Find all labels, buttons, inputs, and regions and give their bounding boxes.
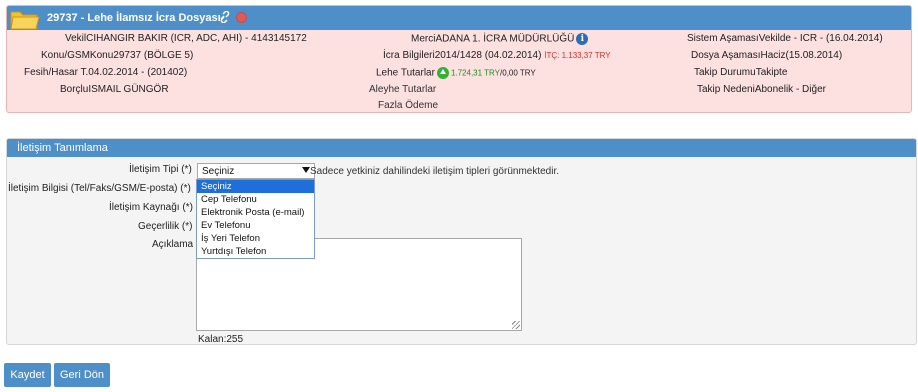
dosya-row: Dosya AşamasıHaciz(15.08.2014) [691,50,842,61]
takip-row: Takip DurumuTakipte [694,67,787,78]
contact-type-dropdown[interactable]: Seçiniz Cep Telefonu Elektronik Posta (e… [196,179,315,259]
takip-label: Takip Durumu [694,67,756,78]
fesih-value: 04.02.2014 - (201402) [88,67,188,78]
borclu-value: ISMAIL GÜNGÖR [88,84,169,95]
tip-label: İletişim Tipi (*) [129,164,192,175]
dropdown-option[interactable]: Yurtdışı Telefon [197,245,314,258]
case-titlebar: 29737 - Lehe İlamsız İcra Dosyası [7,6,911,30]
form-titlebar: İletişim Tanımlama [7,139,916,157]
lehe-extra: /0,00 TRY [500,68,536,78]
arrow-up-icon [436,67,449,79]
merci-label: Merci [411,33,436,45]
sistem-value: Vekilde - ICR - (16.04.2014) [758,33,883,44]
info-icon[interactable]: i [576,33,589,45]
lehe-row: Lehe Tutarlar 1.724,31 TRY/0,00 TRY [376,67,536,79]
dropdown-option[interactable]: Cep Telefonu [197,193,314,206]
lehe-value: 1.724,31 TRY [450,68,501,78]
itc-value: İTÇ: 1.133,37 TRY [544,51,611,60]
link-icon[interactable] [219,11,231,23]
borclu-row: BorçluISMAIL GÜNGÖR [60,84,169,95]
sistem-row: Sistem AşamasıVekilde - ICR - (16.04.201… [687,33,883,44]
dropdown-option[interactable]: Ev Telefonu [197,219,314,232]
bilgi-label: İletişim Bilgisi (Tel/Faks/GSM/E-posta) … [8,183,191,194]
folder-icon [10,11,40,30]
stop-icon[interactable] [236,12,247,23]
neden-label: Takip Nedeni [697,84,755,95]
merci-value: ADANA 1. İCRA MÜDÜRLÜĞÜ [435,33,575,45]
icra-label: İcra Bilgileri [383,50,435,61]
konu-label: Konu/GSM [41,50,90,61]
aciklama-label: Açıklama [152,239,194,250]
neden-value: Abonelik - Diğer [754,84,826,95]
takip-value: Takipte [755,67,788,78]
lehe-label: Lehe Tutarlar [376,67,435,79]
fazla-label: Fazla Ödeme [378,100,439,111]
konu-value: Konu29737 (BÖLGE 5) [89,50,194,61]
vekil-row: VekilCIHANGIR BAKIR (ICR, ADC, AHI) - 41… [65,33,307,44]
sistem-label: Sistem Aşaması [687,33,759,44]
case-title: 29737 - Lehe İlamsız İcra Dosyası [47,12,221,24]
form-title: İletişim Tanımlama [17,142,108,154]
contact-type-hint: Sadece yetkiniz dahilindeki iletişim tip… [310,166,560,177]
resize-grip-icon[interactable] [512,321,520,329]
konu-row: Konu/GSMKonu29737 (BÖLGE 5) [41,50,193,61]
merci-row: MerciADANA 1. İCRA MÜDÜRLÜĞÜ i [411,33,589,45]
dosya-label: Dosya Aşaması [691,50,761,61]
dosya-value: Haciz(15.08.2014) [760,50,843,61]
vekil-value: CIHANGIR BAKIR (ICR, ADC, AHI) - 4143145… [86,33,307,44]
fesih-label: Fesih/Hasar T. [24,67,89,78]
borclu-label: Borçlu [60,84,89,95]
chevron-down-icon [302,167,310,173]
dropdown-option[interactable]: Elektronik Posta (e-mail) [197,206,314,219]
icra-value: 2014/1428 (04.02.2014) [434,50,542,61]
contact-type-select[interactable]: Seçiniz [197,163,315,179]
save-button[interactable]: Kaydet [4,363,51,387]
contact-type-selected: Seçiniz [202,166,235,177]
neden-row: Takip NedeniAbonelik - Diğer [697,84,826,95]
fesih-row: Fesih/Hasar T.04.02.2014 - (201402) [24,67,187,78]
remaining-chars: Kalan:255 [198,334,244,345]
back-button[interactable]: Geri Dön [54,363,110,387]
case-info-panel: 29737 - Lehe İlamsız İcra Dosyası VekilC… [6,5,912,113]
contact-form-panel: İletişim Tanımlama İletişim Tipi (*) Seç… [6,138,917,345]
icra-row: İcra Bilgileri2014/1428 (04.02.2014) İTÇ… [383,50,611,61]
dropdown-option[interactable]: İş Yeri Telefon [197,232,314,245]
gecerlilik-label: Geçerlilik (*) [138,221,193,232]
dropdown-option[interactable]: Seçiniz [197,180,314,193]
aleyhe-label: Aleyhe Tutarlar [369,84,437,95]
vekil-label: Vekil [65,33,87,44]
kaynak-label: İletişim Kaynağı (*) [109,202,193,213]
